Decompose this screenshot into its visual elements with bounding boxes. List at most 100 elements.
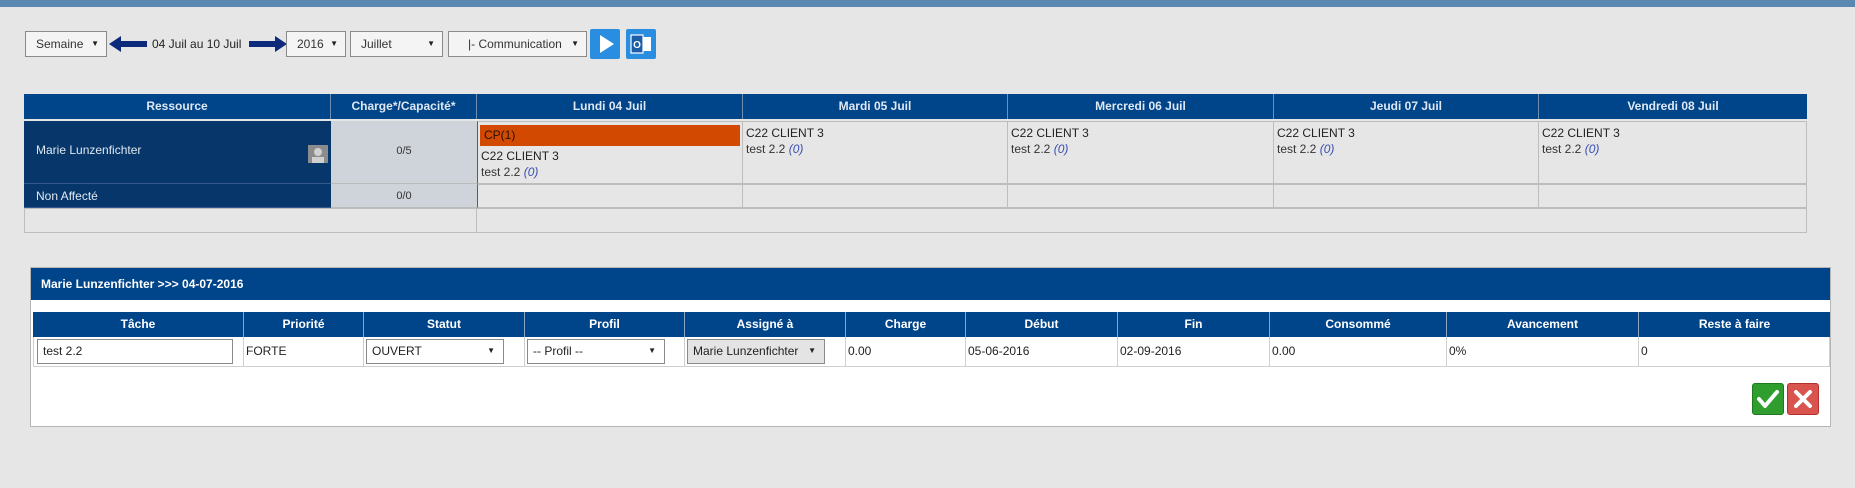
group-select-value: |- Communication (468, 37, 562, 51)
resource-cell[interactable]: Marie Lunzenfichter (24, 121, 331, 184)
event-task-label: test 2.2 (1011, 142, 1051, 156)
cell-tache: test 2.2 (33, 337, 244, 367)
cancel-button[interactable] (1787, 383, 1819, 415)
col-consomme: Consommé (1270, 312, 1447, 337)
event-client[interactable]: C22 CLIENT 3 (1011, 126, 1273, 140)
grid-footer-left (24, 208, 477, 233)
day-cell-unassigned-4[interactable] (1274, 184, 1539, 208)
arrow-right-icon[interactable] (249, 36, 287, 52)
chevron-down-icon: ▼ (808, 346, 816, 355)
play-icon[interactable] (590, 29, 620, 59)
event-count: (0) (1053, 142, 1069, 156)
cell-priorite: FORTE (244, 337, 364, 367)
event-task[interactable]: test 2.2 (0) (1542, 142, 1806, 156)
grid-footer-right (477, 208, 1807, 233)
header-day-4: Jeudi 07 Juil (1274, 94, 1539, 119)
outlook-icon[interactable]: O (626, 29, 656, 59)
day-cell-3[interactable]: C22 CLIENT 3 test 2.2 (0) (1008, 121, 1274, 184)
chevron-down-icon: ▼ (648, 346, 656, 355)
event-client[interactable]: C22 CLIENT 3 (1277, 126, 1538, 140)
close-icon (1794, 390, 1812, 408)
statut-select[interactable]: OUVERT ▼ (366, 339, 504, 364)
day-cell-2[interactable]: C22 CLIENT 3 test 2.2 (0) (743, 121, 1008, 184)
header-ressource: Ressource (24, 94, 331, 119)
resource-cell-unassigned[interactable]: Non Affecté (24, 184, 331, 208)
header-day-2: Mardi 05 Juil (743, 94, 1008, 119)
event-task-label: test 2.2 (746, 142, 786, 156)
day-cell-unassigned-3[interactable] (1008, 184, 1274, 208)
svg-text:O: O (633, 40, 641, 51)
event-task-label: test 2.2 (1542, 142, 1582, 156)
resource-name: Marie Lunzenfichter (36, 143, 142, 157)
date-range: 04 Juil au 10 Juil (152, 37, 242, 51)
header-day-5: Vendredi 08 Juil (1539, 94, 1807, 119)
event-task-label: test 2.2 (481, 165, 521, 179)
cell-charge: 0.00 (846, 337, 966, 367)
event-task[interactable]: test 2.2 (0) (481, 165, 742, 179)
cell-consomme: 0.00 (1270, 337, 1447, 367)
col-profil: Profil (525, 312, 685, 337)
view-select[interactable]: Semaine ▼ (25, 31, 107, 57)
event-task[interactable]: test 2.2 (0) (1011, 142, 1273, 156)
event-count: (0) (1319, 142, 1335, 156)
col-debut: Début (966, 312, 1118, 337)
day-cell-unassigned-1[interactable] (477, 184, 743, 208)
col-charge: Charge (846, 312, 966, 337)
header-day-3: Mercredi 06 Juil (1008, 94, 1274, 119)
event-count: (0) (523, 165, 539, 179)
chevron-down-icon: ▼ (571, 39, 579, 48)
chevron-down-icon: ▼ (487, 346, 495, 355)
event-client[interactable]: C22 CLIENT 3 (746, 126, 1007, 140)
validate-button[interactable] (1752, 383, 1784, 415)
day-cell-1[interactable]: CP(1) C22 CLIENT 3 test 2.2 (0) (477, 121, 743, 184)
profil-value: -- Profil -- (533, 344, 583, 358)
day-cell-5[interactable]: C22 CLIENT 3 test 2.2 (0) (1539, 121, 1807, 184)
assigne-value: Marie Lunzenfichter (693, 344, 799, 358)
event-task[interactable]: test 2.2 (0) (1277, 142, 1538, 156)
col-tache: Tâche (33, 312, 244, 337)
event-count: (0) (1584, 142, 1600, 156)
event-task[interactable]: test 2.2 (0) (746, 142, 1007, 156)
month-select-value: Juillet (361, 37, 392, 51)
statut-value: OUVERT (372, 344, 422, 358)
header-day-1: Lundi 04 Juil (477, 94, 743, 119)
chevron-down-icon: ▼ (330, 39, 338, 48)
header-charge: Charge*/Capacité* (331, 94, 477, 119)
dialog-title: Marie Lunzenfichter >>> 04-07-2016 (31, 268, 1830, 300)
chevron-down-icon: ▼ (91, 39, 99, 48)
grid-header-row: Ressource Charge*/Capacité* Lundi 04 Jui… (24, 94, 1807, 119)
event-client[interactable]: C22 CLIENT 3 (1542, 126, 1806, 140)
cell-reste: 0 (1639, 337, 1830, 367)
col-statut: Statut (364, 312, 525, 337)
event-task-label: test 2.2 (1277, 142, 1317, 156)
year-select-value: 2016 (297, 37, 324, 51)
cell-avancement: 0% (1447, 337, 1639, 367)
day-cell-unassigned-2[interactable] (743, 184, 1008, 208)
cell-fin: 02-09-2016 (1118, 337, 1270, 367)
cell-assigne: Marie Lunzenfichter ▼ (685, 337, 846, 367)
cell-statut: OUVERT ▼ (364, 337, 525, 367)
charge-cell-unassigned: 0/0 (331, 184, 477, 208)
year-select[interactable]: 2016 ▼ (286, 31, 346, 57)
col-reste: Reste à faire (1639, 312, 1830, 337)
col-assigne: Assigné à (685, 312, 846, 337)
group-select[interactable]: |- Communication ▼ (448, 31, 587, 57)
view-select-value: Semaine (36, 37, 84, 51)
profil-select[interactable]: -- Profil -- ▼ (527, 339, 665, 364)
cell-debut: 05-06-2016 (966, 337, 1118, 367)
month-select[interactable]: Juillet ▼ (350, 31, 443, 57)
col-priorite: Priorité (244, 312, 364, 337)
day-cell-4[interactable]: C22 CLIENT 3 test 2.2 (0) (1274, 121, 1539, 184)
chevron-down-icon: ▼ (427, 39, 435, 48)
tache-input[interactable]: test 2.2 (37, 339, 233, 364)
event-client[interactable]: C22 CLIENT 3 (481, 149, 742, 163)
day-cell-unassigned-5[interactable] (1539, 184, 1807, 208)
col-fin: Fin (1118, 312, 1270, 337)
cell-profil: -- Profil -- ▼ (525, 337, 685, 367)
col-avancement: Avancement (1447, 312, 1639, 337)
cp-event[interactable]: CP(1) (480, 125, 740, 146)
arrow-left-icon[interactable] (109, 36, 147, 52)
top-bar (0, 0, 1855, 7)
check-icon (1757, 390, 1779, 408)
assigne-select[interactable]: Marie Lunzenfichter ▼ (687, 339, 825, 364)
